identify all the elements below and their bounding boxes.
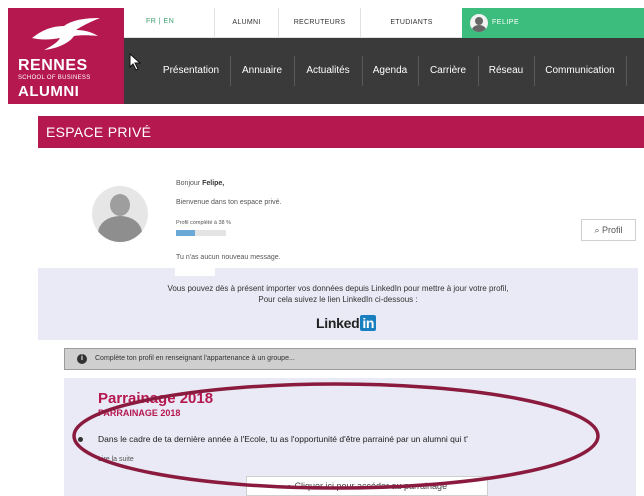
linkedin-import-panel: Vous pouvez dès à présent importer vos d… [38, 268, 638, 340]
nav-item-actualites[interactable]: Actualités [296, 61, 360, 81]
profile-alert-text: Complète ton profil en renseignant l'app… [95, 355, 295, 362]
page-banner: ESPACE PRIVÉ [38, 116, 644, 148]
welcome-subtitle: Bienvenue dans ton espace privé. [176, 199, 282, 206]
school-logo[interactable]: RENNES SCHOOL OF BUSINESS ALUMNI [8, 8, 124, 104]
greeting: Bonjour Felipe, [176, 180, 224, 187]
profile-progress-bar [176, 230, 226, 236]
mouse-cursor-icon [129, 53, 142, 71]
nav-separator [478, 56, 479, 86]
top-link-alumni[interactable]: ALUMNI [214, 8, 278, 38]
messages-status[interactable]: Tu n'as aucun nouveau message. [176, 254, 281, 261]
user-menu[interactable]: FELIPE [462, 8, 644, 38]
nav-item-reseau[interactable]: Réseau [480, 61, 532, 81]
linkedin-text-line2: Pour cela suivez le lien LinkedIn ci-des… [258, 295, 418, 304]
main-nav: Présentation Annuaire Actualités Agenda … [124, 38, 644, 104]
parrainage-button-label: Cliquer ici pour accéder au parrainage [294, 481, 448, 491]
linkedin-logo-text: Linked [316, 315, 360, 331]
user-avatar-icon [470, 14, 488, 32]
profile-progress-label: Profil complété à 38 % [176, 220, 232, 226]
nav-separator [294, 56, 295, 86]
bullet-icon [78, 437, 83, 442]
profile-alert[interactable]: i Complète ton profil en renseignant l'a… [64, 348, 636, 370]
read-more-link[interactable]: Lire la suite [98, 456, 134, 463]
parrainage-subtitle: PARRAINAGE 2018 [98, 408, 181, 418]
nav-separator [418, 56, 419, 86]
bird-logo-icon [32, 18, 100, 50]
parrainage-title: Parrainage 2018 [98, 390, 214, 407]
search-icon: ⌕ [286, 481, 292, 491]
logo-name: RENNES [18, 57, 88, 74]
top-link-recruteurs[interactable]: RECRUTEURS [278, 8, 360, 38]
greeting-user-name: Felipe, [202, 180, 225, 187]
nav-separator [362, 56, 363, 86]
profil-button[interactable]: ⌕ Profil [581, 219, 636, 241]
nav-item-annuaire[interactable]: Annuaire [232, 61, 292, 81]
logo-alumni: ALUMNI [18, 83, 80, 100]
nav-item-agenda[interactable]: Agenda [364, 61, 416, 81]
parrainage-access-button[interactable]: ⌕ Cliquer ici pour accéder au parrainage [246, 476, 488, 496]
linkedin-text-line1: Vous pouvez dès à présent importer vos d… [167, 284, 509, 293]
linkedin-in-icon: in [360, 315, 377, 331]
nav-separator [534, 56, 535, 86]
top-bar: FR | EN ALUMNI RECRUTEURS ETUDIANTS FELI… [124, 8, 644, 38]
linkedin-logo-button[interactable]: Linked in [316, 315, 377, 331]
logo-subtitle: SCHOOL OF BUSINESS [18, 75, 91, 81]
profile-progress-fill [176, 230, 195, 236]
parrainage-panel: Parrainage 2018 PARRAINAGE 2018 Dans le … [64, 378, 636, 496]
nav-item-presentation[interactable]: Présentation [154, 61, 228, 81]
nav-separator [230, 56, 231, 86]
page-title: ESPACE PRIVÉ [46, 124, 152, 140]
nav-separator [626, 56, 627, 86]
nav-item-communication[interactable]: Communication [536, 61, 624, 81]
info-icon: i [77, 354, 87, 364]
greeting-prefix: Bonjour [176, 180, 203, 187]
profile-avatar[interactable] [92, 186, 148, 242]
profil-button-label: Profil [602, 225, 623, 235]
parrainage-description: Dans le cadre de ta dernière année à l'E… [98, 434, 468, 444]
top-link-etudiants[interactable]: ETUDIANTS [360, 8, 462, 38]
language-switch[interactable]: FR | EN [146, 18, 174, 25]
search-icon: ⌕ [594, 225, 600, 235]
user-name: FELIPE [492, 19, 520, 26]
panel-notch [175, 268, 215, 276]
nav-item-carriere[interactable]: Carrière [420, 61, 476, 81]
